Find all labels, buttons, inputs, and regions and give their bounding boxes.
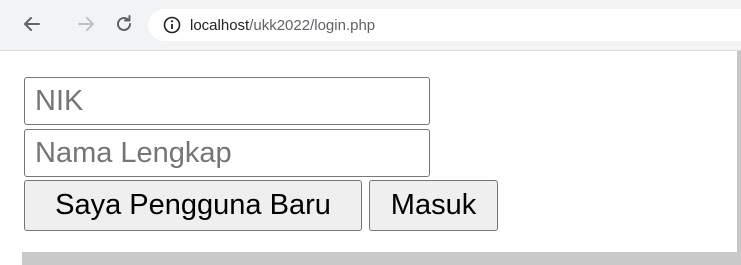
info-icon[interactable] <box>162 15 182 35</box>
address-bar[interactable]: localhost/ukk2022/login.php <box>148 9 741 41</box>
nama-lengkap-input[interactable] <box>24 129 430 177</box>
login-button[interactable]: Masuk <box>369 180 498 231</box>
url-text: localhost/ukk2022/login.php <box>190 17 375 34</box>
horizontal-scrollbar[interactable] <box>22 252 741 265</box>
url-path: /ukk2022/login.php <box>249 16 376 34</box>
back-arrow-icon[interactable] <box>20 12 44 36</box>
new-user-button[interactable]: Saya Pengguna Baru <box>24 180 362 231</box>
forward-arrow-icon[interactable] <box>74 12 98 36</box>
url-host: localhost <box>190 16 250 34</box>
window-edge <box>737 51 741 255</box>
nik-input[interactable] <box>24 77 430 125</box>
browser-toolbar: localhost/ukk2022/login.php <box>0 0 741 51</box>
reload-icon[interactable] <box>112 12 136 36</box>
